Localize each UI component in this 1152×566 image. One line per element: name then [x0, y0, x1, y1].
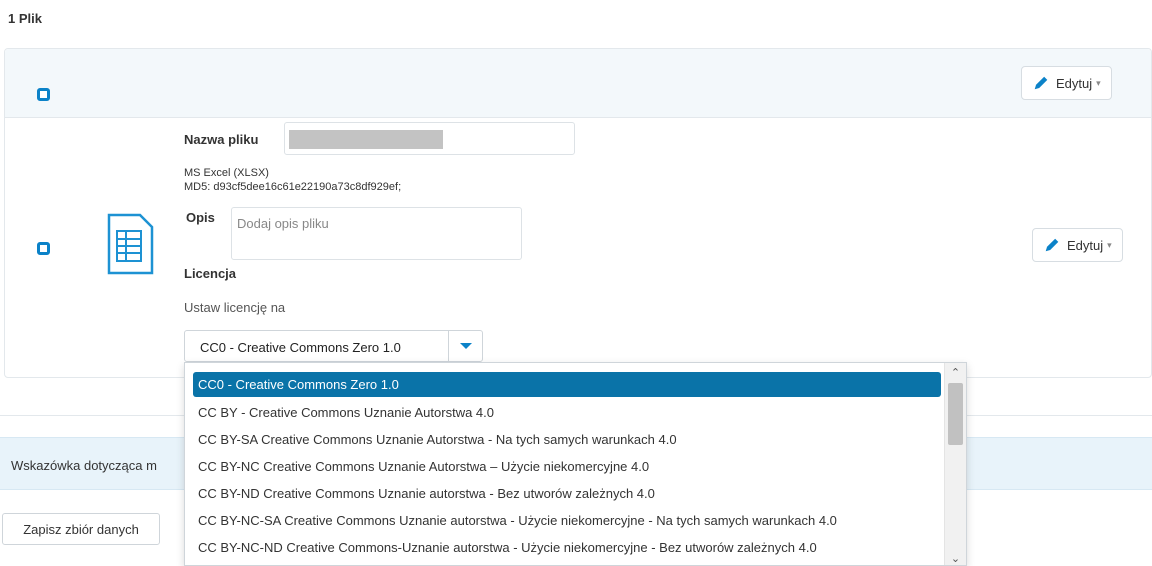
file-edit-label: Edytuj — [1067, 237, 1104, 253]
caret-down-icon: ▾ — [1107, 239, 1112, 250]
files-panel — [4, 48, 1152, 378]
file-edit-button[interactable]: Edytuj ▾ — [1032, 228, 1123, 262]
bulk-edit-button[interactable]: Edytuj ▾ — [1021, 66, 1112, 100]
license-option[interactable]: CC BY-NC-ND Creative Commons-Uznanie aut… — [193, 534, 945, 561]
select-all-checkbox[interactable] — [37, 88, 50, 101]
license-dropdown: CC0 - Creative Commons Zero 1.0 CC BY - … — [184, 362, 967, 566]
license-option[interactable]: CC BY - Creative Commons Uznanie Autorst… — [193, 399, 945, 426]
license-options-list: CC0 - Creative Commons Zero 1.0 CC BY - … — [185, 363, 945, 561]
save-dataset-button[interactable]: Zapisz zbiór danych — [2, 513, 160, 545]
dropdown-scrollbar[interactable]: ⌃ ⌄ — [944, 363, 966, 565]
file-md5: MD5: d93cf5dee16c61e22190a73c8df929ef; — [184, 181, 402, 193]
redacted-file-name — [289, 130, 443, 149]
file-name-input[interactable] — [284, 122, 575, 155]
scroll-up-icon[interactable]: ⌃ — [945, 363, 966, 381]
license-option[interactable]: CC BY-NC-SA Creative Commons Uznanie aut… — [193, 507, 945, 534]
file-name-label: Nazwa pliku — [184, 132, 259, 147]
scroll-thumb[interactable] — [948, 383, 963, 445]
license-select-toggle[interactable] — [448, 331, 482, 361]
spreadsheet-file-icon — [107, 213, 154, 275]
license-option[interactable]: CC0 - Creative Commons Zero 1.0 — [193, 372, 941, 397]
files-count: 1 Plik — [8, 11, 42, 26]
scroll-down-icon[interactable]: ⌄ — [945, 549, 966, 565]
pencil-icon — [1034, 76, 1048, 90]
description-label: Opis — [186, 210, 215, 225]
license-select-value: CC0 - Creative Commons Zero 1.0 — [200, 340, 401, 355]
description-input[interactable] — [231, 207, 522, 260]
license-label: Licencja — [184, 266, 237, 281]
chevron-down-icon — [459, 343, 472, 349]
license-sublabel: Ustaw licencję na — [184, 300, 286, 315]
license-option[interactable]: CC BY-NC Creative Commons Uznanie Autors… — [193, 453, 945, 480]
pencil-icon — [1045, 238, 1059, 252]
license-select[interactable]: CC0 - Creative Commons Zero 1.0 — [184, 330, 483, 362]
file-format: MS Excel (XLSX) — [184, 167, 269, 179]
license-option[interactable]: CC BY-SA Creative Commons Uznanie Autors… — [193, 426, 945, 453]
bulk-edit-label: Edytuj — [1056, 75, 1093, 91]
hint-text: Wskazówka dotycząca m — [11, 458, 157, 473]
file-checkbox[interactable] — [37, 242, 50, 255]
license-option[interactable]: CC BY-ND Creative Commons Uznanie autors… — [193, 480, 945, 507]
files-panel-header — [5, 49, 1151, 118]
caret-down-icon: ▾ — [1096, 77, 1101, 88]
